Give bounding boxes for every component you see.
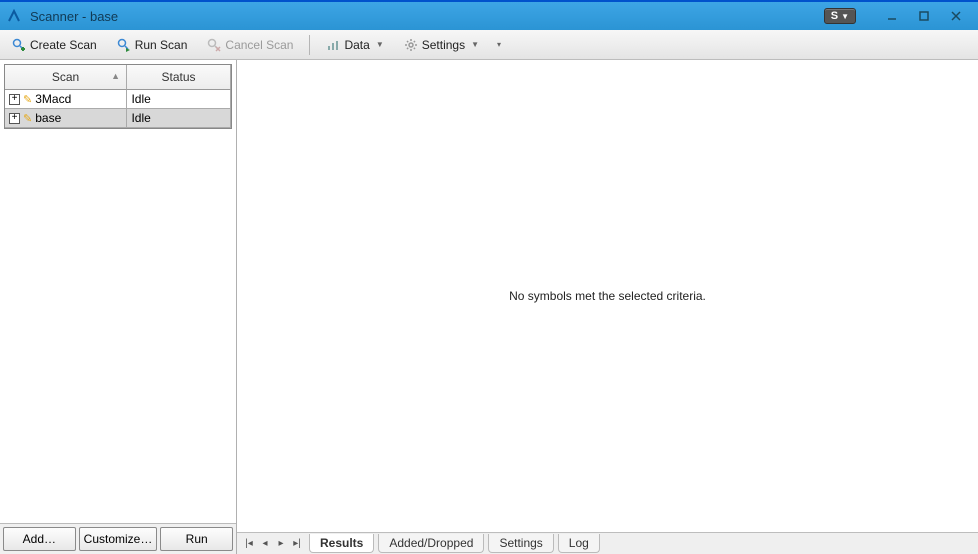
results-pane: No symbols met the selected criteria. |◂… (237, 60, 978, 554)
run-button-label: Run (186, 532, 208, 546)
run-scan-icon (117, 38, 131, 52)
scan-name-cell: + ✎ 3Macd (5, 90, 127, 108)
settings-label: Settings (422, 38, 465, 52)
tab-added-dropped[interactable]: Added/Dropped (378, 534, 484, 553)
scan-name-label: 3Macd (35, 92, 71, 106)
results-empty-message: No symbols met the selected criteria. (509, 289, 706, 303)
maximize-button[interactable] (908, 6, 940, 26)
tab-added-dropped-label: Added/Dropped (389, 536, 473, 550)
caret-down-icon: ▼ (841, 12, 849, 21)
results-tab-bar: |◂ ◂ ▸ ▸| Results Added/Dropped Settings… (237, 532, 978, 554)
overflow-button[interactable]: ▾ (491, 37, 505, 52)
create-scan-button[interactable]: Create Scan (4, 35, 105, 55)
scan-list-buttons: Add… Customize… Run (0, 523, 236, 554)
column-header-scan[interactable]: Scan ▲ (5, 65, 127, 90)
create-scan-label: Create Scan (30, 38, 97, 52)
cancel-scan-button[interactable]: Cancel Scan (199, 35, 301, 55)
column-header-status-label: Status (162, 70, 196, 84)
create-scan-icon (12, 38, 26, 52)
scan-name-label: base (35, 111, 61, 125)
title-bar: Scanner - base S ▼ (0, 2, 978, 30)
dropdown-caret-icon: ▾ (497, 40, 501, 49)
run-button[interactable]: Run (160, 527, 233, 551)
cancel-scan-label: Cancel Scan (225, 38, 293, 52)
tab-results-label: Results (320, 536, 363, 550)
tab-results[interactable]: Results (309, 534, 374, 553)
window-title: Scanner - base (30, 9, 824, 24)
settings-icon (404, 38, 418, 52)
nav-last-icon[interactable]: ▸| (289, 536, 305, 552)
scan-list-pane: Scan ▲ Status + ✎ 3Macd Idle + (0, 60, 237, 554)
workspace-badge[interactable]: S ▼ (824, 8, 856, 24)
tab-log-label: Log (569, 536, 589, 550)
add-button-label: Add… (23, 532, 56, 546)
run-scan-button[interactable]: Run Scan (109, 35, 196, 55)
dropdown-caret-icon: ▼ (376, 40, 384, 49)
workspace-badge-label: S (831, 10, 838, 22)
results-area: No symbols met the selected criteria. (237, 60, 978, 532)
table-row[interactable]: + ✎ base Idle (5, 109, 231, 128)
toolbar: Create Scan Run Scan Cancel Scan Data ▼ … (0, 30, 978, 60)
customize-button[interactable]: Customize… (79, 527, 158, 551)
toolbar-separator (309, 35, 310, 55)
close-button[interactable] (940, 6, 972, 26)
tab-settings-label: Settings (499, 536, 542, 550)
column-header-scan-label: Scan (52, 70, 79, 84)
sort-asc-icon: ▲ (111, 71, 120, 81)
customize-button-label: Customize… (84, 532, 153, 546)
run-scan-label: Run Scan (135, 38, 188, 52)
nav-next-icon[interactable]: ▸ (273, 536, 289, 552)
data-icon (326, 38, 340, 52)
app-icon (6, 8, 22, 24)
scan-status-label: Idle (131, 111, 150, 125)
dropdown-caret-icon: ▼ (471, 40, 479, 49)
tab-settings[interactable]: Settings (488, 534, 553, 553)
column-header-status[interactable]: Status (127, 65, 231, 90)
nav-first-icon[interactable]: |◂ (241, 536, 257, 552)
data-label: Data (344, 38, 369, 52)
minimize-button[interactable] (876, 6, 908, 26)
tab-log[interactable]: Log (558, 534, 600, 553)
scan-status-cell: Idle (127, 109, 231, 127)
main-area: Scan ▲ Status + ✎ 3Macd Idle + (0, 60, 978, 554)
scan-list-empty-area (0, 129, 236, 523)
data-button[interactable]: Data ▼ (318, 35, 391, 55)
add-button[interactable]: Add… (3, 527, 76, 551)
scan-status-label: Idle (131, 92, 150, 106)
table-row[interactable]: + ✎ 3Macd Idle (5, 90, 231, 109)
scan-icon: ✎ (23, 93, 32, 106)
scan-icon: ✎ (23, 112, 32, 125)
scan-name-cell: + ✎ base (5, 109, 127, 127)
expand-icon[interactable]: + (9, 94, 20, 105)
scan-status-cell: Idle (127, 90, 231, 108)
settings-button[interactable]: Settings ▼ (396, 35, 487, 55)
cancel-scan-icon (207, 38, 221, 52)
expand-icon[interactable]: + (9, 113, 20, 124)
table-header-row: Scan ▲ Status (5, 65, 231, 90)
nav-prev-icon[interactable]: ◂ (257, 536, 273, 552)
scan-table: Scan ▲ Status + ✎ 3Macd Idle + (4, 64, 232, 129)
